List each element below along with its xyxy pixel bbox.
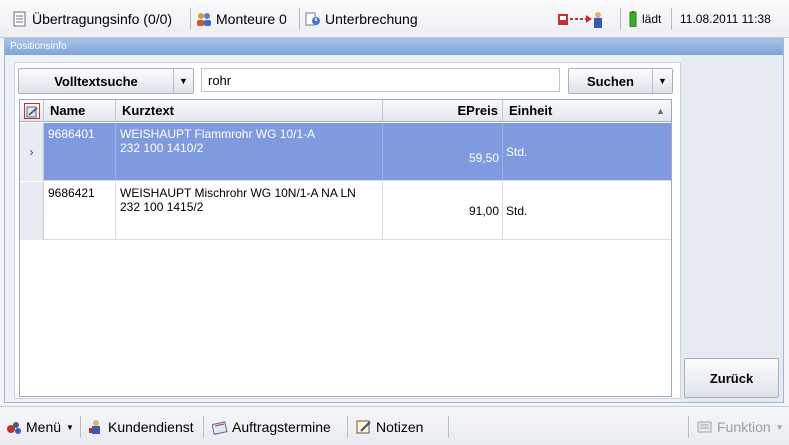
table-row[interactable]: › 9686401 WEISHAUPT Flammrohr WG 10/1-A …: [20, 123, 671, 181]
chevron-down-icon[interactable]: ▼: [652, 69, 672, 93]
cell-name: 9686401: [44, 123, 116, 181]
interruption-icon: [305, 11, 321, 27]
cell-epreis: 59,50: [383, 123, 503, 181]
search-results-area: Volltextsuche ▼ Suchen ▼ Name: [14, 62, 681, 399]
service-person-icon: [88, 419, 104, 435]
divider: [620, 8, 621, 30]
order-dates-button[interactable]: Auftragstermine: [211, 417, 331, 437]
column-chooser-button[interactable]: [20, 100, 44, 122]
chevron-down-icon: ▼: [66, 422, 74, 432]
panel-title: Positionsinfo: [5, 39, 783, 55]
function-label: Funktion: [717, 419, 771, 435]
side-actions: Zurück: [681, 55, 783, 402]
table-header: Name Kurztext EPreis Einheit ▲: [20, 100, 671, 122]
kurztext-line2: 232 100 1415/2: [120, 200, 204, 214]
kurztext-line2: 232 100 1410/2: [120, 141, 204, 155]
table-row[interactable]: 9686421 WEISHAUPT Mischrohr WG 10N/1-A N…: [20, 182, 671, 240]
battery-status: lädt: [628, 9, 661, 29]
search-input[interactable]: [201, 68, 560, 92]
fitters-label: Monteure 0: [216, 11, 287, 27]
row-indicator: ›: [20, 123, 44, 181]
panel-body: Volltextsuche ▼ Suchen ▼ Name: [5, 55, 783, 402]
menu-button[interactable]: Menü ▼: [6, 417, 74, 437]
datetime-display: 11.08.2011 11:38: [680, 12, 771, 26]
cell-epreis: 91,00: [383, 182, 503, 240]
sync-status-icon: [556, 10, 606, 30]
chevron-down-icon: ▼: [173, 69, 193, 93]
interruption-label: Unterbrechung: [325, 11, 418, 27]
search-mode-label: Volltextsuche: [54, 73, 138, 89]
kurztext-line1: WEISHAUPT Mischrohr WG 10N/1-A NA LN: [120, 186, 356, 200]
chevron-right-icon: ›: [29, 145, 34, 159]
search-button[interactable]: Suchen ▼: [568, 68, 673, 94]
divider: [80, 416, 81, 438]
column-header-name[interactable]: Name: [44, 100, 116, 122]
cell-kurztext: WEISHAUPT Mischrohr WG 10N/1-A NA LN 232…: [116, 182, 383, 240]
search-button-label: Suchen: [587, 73, 634, 89]
menu-label: Menü: [26, 419, 62, 435]
menu-icon: [6, 419, 22, 435]
epreis-value: 59,50: [468, 151, 499, 165]
cell-kurztext: WEISHAUPT Flammrohr WG 10/1-A 232 100 14…: [116, 123, 383, 181]
einheit-value: Std.: [506, 145, 528, 159]
bottom-toolbar: Menü ▼ Kundendienst Auftragstermine Noti…: [0, 406, 789, 445]
column-header-einheit[interactable]: Einheit ▲: [503, 100, 671, 122]
divider: [448, 416, 449, 438]
divider: [671, 8, 672, 30]
order-dates-label: Auftragstermine: [232, 419, 331, 435]
customer-service-button[interactable]: Kundendienst: [88, 417, 194, 437]
notes-label: Notizen: [376, 419, 424, 435]
column-header-einheit-label: Einheit: [509, 103, 553, 118]
document-icon: [12, 11, 28, 27]
back-button[interactable]: Zurück: [684, 358, 779, 398]
epreis-value: 91,00: [468, 204, 499, 218]
edit-icon: [23, 103, 40, 119]
divider: [347, 416, 348, 438]
divider: [299, 8, 300, 30]
transfer-info-label: Übertragungsinfo (0/0): [32, 11, 173, 27]
sort-ascending-icon: ▲: [656, 106, 665, 116]
position-info-panel: Positionsinfo Volltextsuche ▼ Suchen ▼: [4, 38, 784, 403]
notes-icon: [356, 419, 372, 435]
people-icon: [196, 11, 212, 27]
cell-name: 9686421: [44, 182, 116, 240]
column-header-kurztext[interactable]: Kurztext: [116, 100, 383, 122]
function-button[interactable]: Funktion ▼: [697, 417, 784, 437]
transfer-info-button[interactable]: Übertragungsinfo (0/0): [12, 9, 172, 29]
calendar-icon: [211, 419, 228, 435]
divider: [203, 416, 204, 438]
customer-service-label: Kundendienst: [108, 419, 194, 435]
battery-icon: [628, 11, 638, 28]
divider: [190, 8, 191, 30]
kurztext-line1: WEISHAUPT Flammrohr WG 10/1-A: [120, 127, 316, 141]
interruption-button[interactable]: Unterbrechung: [305, 9, 418, 29]
row-indicator: [20, 182, 44, 240]
cell-einheit: Std.: [503, 182, 671, 240]
einheit-value: Std.: [506, 204, 528, 218]
notes-button[interactable]: Notizen: [356, 417, 423, 437]
fitters-button[interactable]: Monteure 0: [196, 9, 287, 29]
divider: [688, 416, 689, 438]
battery-status-label: lädt: [642, 12, 662, 26]
positions-table: Name Kurztext EPreis Einheit ▲ › 9686401…: [19, 99, 672, 397]
function-icon: [697, 419, 713, 435]
cell-einheit: Std.: [503, 123, 671, 181]
column-header-epreis[interactable]: EPreis: [383, 100, 503, 122]
top-toolbar: Übertragungsinfo (0/0) Monteure 0 Unterb…: [0, 0, 789, 38]
chevron-down-icon: ▼: [775, 422, 784, 432]
search-mode-dropdown[interactable]: Volltextsuche ▼: [18, 68, 194, 94]
